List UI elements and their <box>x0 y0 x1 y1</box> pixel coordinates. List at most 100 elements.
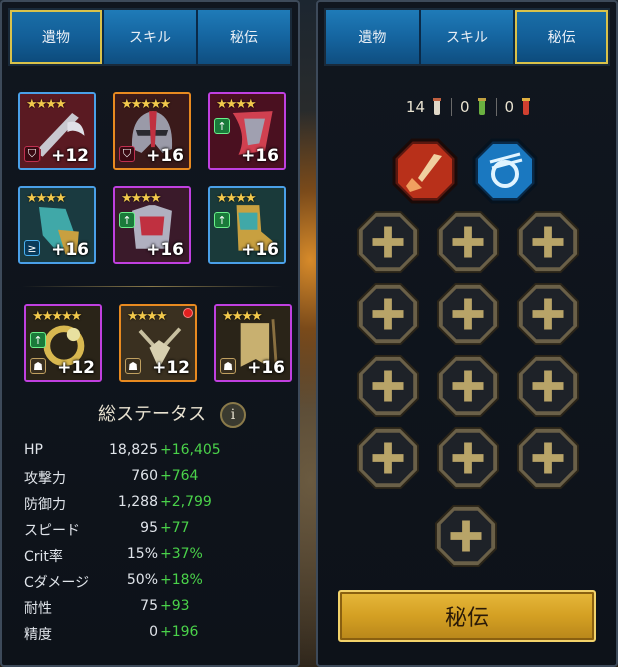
empty-mastery-slot[interactable] <box>516 282 580 346</box>
tab-bar: 遺物 スキル 秘伝 <box>8 8 292 66</box>
accessory-level: +12 <box>57 358 95 378</box>
stat-name: 耐性 <box>24 601 52 617</box>
empty-mastery-slot[interactable] <box>356 354 420 418</box>
divine-scroll-count: 0 <box>504 98 515 116</box>
stat-bonus: +77 <box>160 520 190 536</box>
artifact-stars: ★★★★ <box>26 191 67 206</box>
empty-mastery-slot[interactable] <box>434 504 498 568</box>
up-arrow-icon: ↑ <box>30 332 46 348</box>
empty-mastery-slot[interactable] <box>356 426 420 490</box>
divider <box>451 98 452 116</box>
tab-artifacts[interactable]: 遺物 <box>326 10 421 64</box>
stat-row-speed: スピード 95 +77 <box>24 520 284 544</box>
stat-row-defense: 防御力 1,288 +2,799 <box>24 494 284 518</box>
artifact-level: +16 <box>146 240 184 260</box>
stat-bonus: +93 <box>160 598 190 614</box>
artifact-stars: ★★★★★ <box>121 97 171 112</box>
stat-row-attack: 攻撃力 760 +764 <box>24 468 284 492</box>
empty-mastery-slot[interactable] <box>356 210 420 274</box>
stats-title: 総ステータス <box>98 404 206 425</box>
stat-bonus: +196 <box>160 624 199 640</box>
stat-bonus: +37% <box>160 546 203 562</box>
advanced-scroll-count: 0 <box>460 98 470 116</box>
shield-icon: ⛉ <box>24 146 40 162</box>
tab-masteries[interactable]: 秘伝 <box>515 10 609 64</box>
accessory-stars: ★★★★ <box>127 309 168 324</box>
scroll-divine-icon <box>522 98 531 115</box>
artifact-level: +16 <box>241 240 279 260</box>
artifact-stars: ★★★★ <box>26 97 67 112</box>
offense-mastery-icon[interactable] <box>392 138 458 204</box>
stat-name: スピード <box>24 523 80 539</box>
artifact-slot-helmet[interactable]: ★★★★★ ⛉ +16 <box>113 92 191 170</box>
stat-name: HP <box>24 442 43 458</box>
artifact-stars: ★★★★ <box>216 97 257 112</box>
stat-row-crit-rate: Crit率 15% +37% <box>24 546 284 570</box>
tab-masteries[interactable]: 秘伝 <box>198 10 290 64</box>
stat-base: 95 <box>140 520 158 536</box>
artifacts-panel: 遺物 スキル 秘伝 ★★★★ ⛉ +12 ★★★★★ ⛉ +16 ★★★★ ↑ … <box>0 0 300 667</box>
support-mastery-icon[interactable] <box>472 138 538 204</box>
accessory-level: +12 <box>152 358 190 378</box>
up-arrow-icon: ↑ <box>214 118 230 134</box>
empty-mastery-slot[interactable] <box>516 210 580 274</box>
stat-name: 防御力 <box>24 497 66 513</box>
artifact-level: +16 <box>241 146 279 166</box>
stat-name: 攻撃力 <box>24 471 66 487</box>
stat-bonus: +18% <box>160 572 203 588</box>
info-icon[interactable]: i <box>220 402 246 428</box>
stat-base: 0 <box>149 624 158 640</box>
stat-row-accuracy: 精度 0 +196 <box>24 624 284 648</box>
artifact-stars: ★★★★ <box>216 191 257 206</box>
stat-name: Cダメージ <box>24 575 90 591</box>
tab-artifacts[interactable]: 遺物 <box>10 10 104 64</box>
accessory-slot-banner[interactable]: ★★★★ ☗ +16 <box>214 304 292 382</box>
accessory-stars: ★★★★★ <box>32 309 82 324</box>
stat-base: 75 <box>140 598 158 614</box>
stat-bonus: +764 <box>160 468 199 484</box>
stat-base: 50% <box>126 572 158 588</box>
notification-dot <box>183 308 193 318</box>
stat-name: Crit率 <box>24 549 63 565</box>
artifact-slot-boots[interactable]: ★★★★ ↑ +16 <box>208 186 286 264</box>
faction-icon: ☗ <box>125 358 141 374</box>
artifact-slot-gloves[interactable]: ★★★★ ≥ +16 <box>18 186 96 264</box>
masteries-button[interactable]: 秘伝 <box>338 590 596 642</box>
artifact-slot-weapon[interactable]: ★★★★ ⛉ +12 <box>18 92 96 170</box>
basic-scroll-count: 14 <box>405 98 425 116</box>
stat-base: 760 <box>131 468 158 484</box>
stat-name: 精度 <box>24 627 52 643</box>
stat-base: 15% <box>126 546 158 562</box>
stat-base: 1,288 <box>117 494 158 510</box>
artifact-slot-chest[interactable]: ★★★★ ↑ +16 <box>113 186 191 264</box>
faction-icon: ☗ <box>220 358 236 374</box>
artifact-level: +16 <box>146 146 184 166</box>
divider <box>495 98 497 116</box>
empty-mastery-slot[interactable] <box>516 426 580 490</box>
up-arrow-icon: ↑ <box>119 212 135 228</box>
accessory-stars: ★★★★ <box>222 309 263 324</box>
scroll-counts: 14 0 0 <box>318 96 618 118</box>
shield-icon: ⛉ <box>119 146 135 162</box>
up-arrow-icon: ↑ <box>214 212 230 228</box>
accessory-slot-amulet[interactable]: ★★★★ ☗ +12 <box>119 304 197 382</box>
scroll-advanced-icon <box>477 98 486 115</box>
accessory-level: +16 <box>247 358 285 378</box>
artifact-stars: ★★★★ <box>121 191 162 206</box>
empty-mastery-slot[interactable] <box>436 426 500 490</box>
stat-row-hp: HP 18,825 +16,405 <box>24 442 284 466</box>
tab-skills[interactable]: スキル <box>420 10 516 64</box>
artifact-slot-shield[interactable]: ★★★★ ↑ +16 <box>208 92 286 170</box>
empty-mastery-slot[interactable] <box>516 354 580 418</box>
empty-mastery-slot[interactable] <box>436 210 500 274</box>
tab-bar: 遺物 スキル 秘伝 <box>324 8 610 66</box>
scroll-basic-icon <box>433 98 441 115</box>
empty-mastery-slot[interactable] <box>356 282 420 346</box>
masteries-panel: 遺物 スキル 秘伝 14 0 0 秘伝 <box>316 0 618 667</box>
stat-bonus: +16,405 <box>160 442 221 458</box>
empty-mastery-slot[interactable] <box>436 354 500 418</box>
accessory-slot-ring[interactable]: ★★★★★ ↑ ☗ +12 <box>24 304 102 382</box>
tab-skills[interactable]: スキル <box>104 10 198 64</box>
empty-mastery-slot[interactable] <box>436 282 500 346</box>
speed-icon: ≥ <box>24 240 40 256</box>
